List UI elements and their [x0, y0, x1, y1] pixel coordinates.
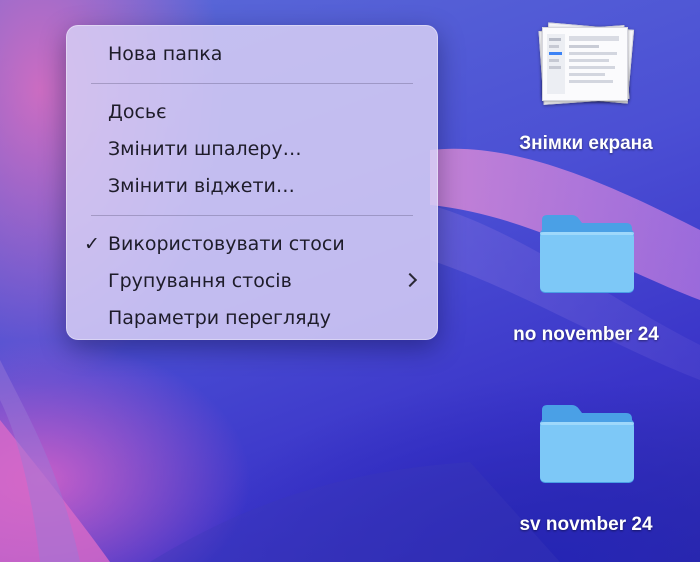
menu-item-label: Змінити віджети… [108, 175, 295, 197]
menu-item-label: Змінити шпалеру… [108, 138, 302, 160]
desktop-item-folder-sv-novmber-24[interactable]: sv novmber 24 [496, 398, 676, 543]
menu-item-dossier[interactable]: Досьє [67, 94, 437, 131]
screenshot-stack-icon [538, 22, 635, 105]
menu-item-new-folder[interactable]: Нова папка [67, 36, 437, 73]
menu-item-label: Використовувати стоси [108, 233, 345, 255]
chevron-right-icon [402, 272, 418, 288]
folder-icon [540, 215, 634, 293]
menu-item-group-stacks[interactable]: Групування стосів [67, 263, 437, 300]
menu-item-label: Нова папка [108, 43, 223, 65]
menu-item-use-stacks[interactable]: ✓ Використовувати стоси [67, 226, 437, 263]
menu-separator [91, 83, 413, 84]
menu-item-label: Групування стосів [108, 270, 292, 292]
menu-item-change-wallpaper[interactable]: Змінити шпалеру… [67, 131, 437, 168]
desktop-item-screenshots[interactable]: Знімки екрана [496, 18, 676, 163]
desktop-item-label: Знімки екрана [519, 133, 653, 154]
desktop-item-label: no november 24 [513, 324, 659, 345]
folder-icon [540, 405, 634, 483]
menu-item-label: Досьє [108, 101, 167, 123]
desktop-item-folder-no-november-24[interactable]: no november 24 [496, 208, 676, 353]
checkmark-icon: ✓ [84, 233, 100, 255]
menu-item-view-options[interactable]: Параметри перегляду [67, 300, 437, 337]
desktop-context-menu: Нова папка Досьє Змінити шпалеру… Змінит… [66, 25, 438, 340]
menu-separator [91, 215, 413, 216]
desktop-item-label: sv novmber 24 [519, 514, 653, 535]
menu-item-label: Параметри перегляду [108, 307, 331, 329]
menu-item-edit-widgets[interactable]: Змінити віджети… [67, 168, 437, 205]
